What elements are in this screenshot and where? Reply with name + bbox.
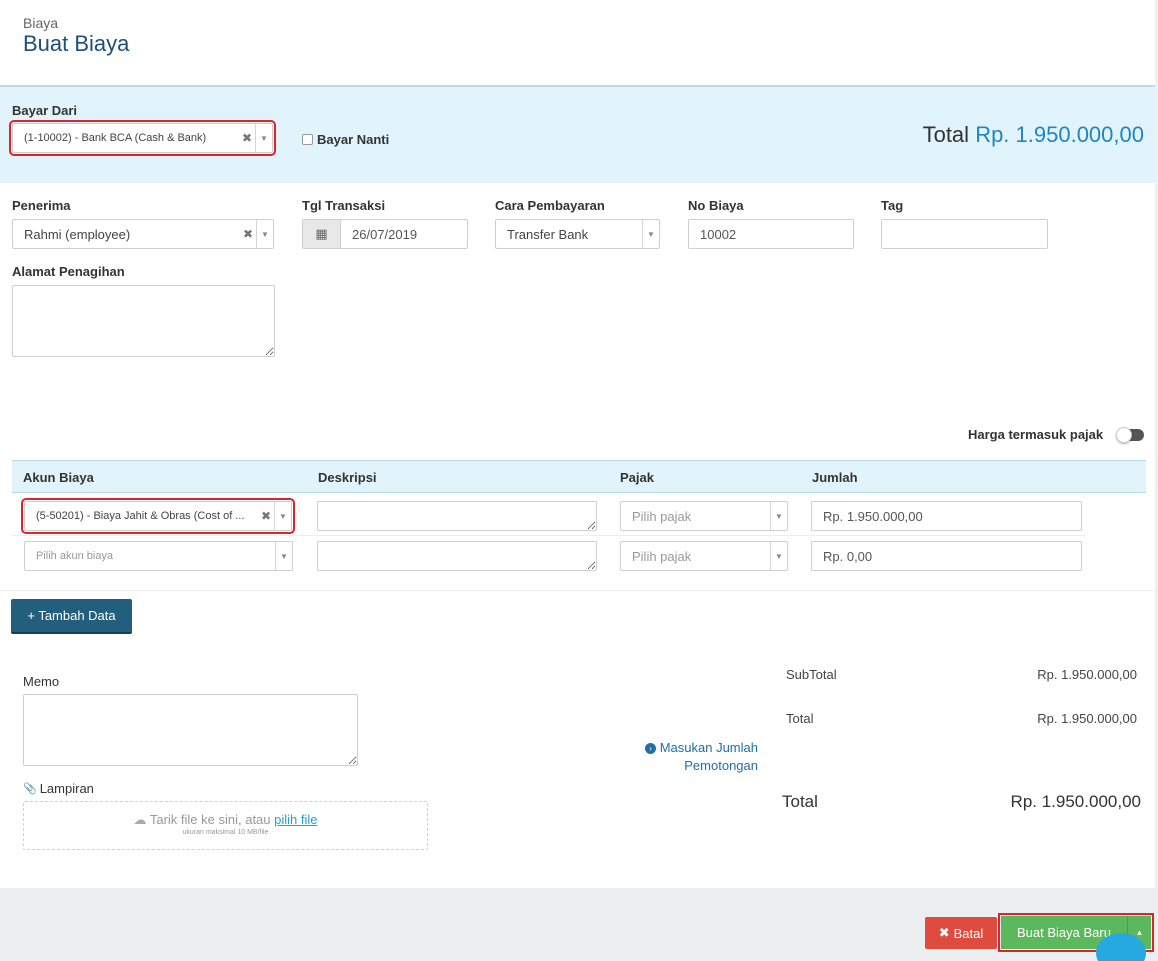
file-dropzone[interactable]: ☁ Tarik file ke sini, atau pilih file uk… bbox=[23, 801, 428, 850]
pick-file-link[interactable]: pilih file bbox=[274, 812, 317, 827]
date-label: Tgl Transaksi bbox=[302, 198, 386, 213]
row-2-tax-value: Pilih pajak bbox=[632, 548, 692, 564]
total-label: Total bbox=[786, 711, 814, 726]
pay-later-option[interactable]: Bayar Nanti bbox=[302, 132, 389, 147]
cancel-label: Batal bbox=[953, 925, 984, 941]
dropzone-text: Tarik file ke sini, atau bbox=[149, 812, 271, 827]
add-row-button[interactable]: + Tambah Data bbox=[11, 599, 132, 632]
chevron-down-icon[interactable]: ▼ bbox=[642, 220, 659, 248]
row-1-tax-value: Pilih pajak bbox=[632, 508, 692, 524]
recipient-select[interactable]: Rahmi (employee) ✖ ▼ bbox=[12, 219, 274, 249]
row-2-description-textarea[interactable] bbox=[317, 541, 597, 571]
total-value: Rp. 1.950.000,00 bbox=[1037, 711, 1137, 726]
attachment-heading: 📎 Lampiran bbox=[23, 781, 94, 796]
row-1-amount-input[interactable]: Rp. 1.950.000,00 bbox=[811, 501, 1082, 531]
column-header-tax: Pajak bbox=[620, 470, 654, 485]
clear-icon[interactable]: ✖ bbox=[258, 509, 274, 523]
page-title: Buat Biaya bbox=[23, 31, 130, 56]
deduction-link-line-1[interactable]: Masukan Jumlah bbox=[660, 740, 758, 755]
column-header-description: Deskripsi bbox=[318, 470, 377, 485]
paperclip-icon: 📎 bbox=[23, 783, 37, 795]
chevron-down-icon[interactable]: ▼ bbox=[274, 502, 291, 530]
subtotal-value: Rp. 1.950.000,00 bbox=[1037, 667, 1137, 682]
chevron-down-icon[interactable]: ▼ bbox=[770, 502, 787, 530]
clear-icon[interactable]: ✖ bbox=[239, 131, 255, 145]
memo-textarea[interactable] bbox=[23, 694, 358, 766]
chevron-down-icon[interactable]: ▼ bbox=[275, 542, 292, 570]
expense-number-input[interactable]: 10002 bbox=[688, 219, 854, 249]
recipient-value: Rahmi (employee) bbox=[24, 226, 131, 242]
cancel-button[interactable]: ✖ Batal bbox=[925, 917, 997, 949]
header-total: Total Rp. 1.950.000,00 bbox=[923, 122, 1144, 148]
file-size-limit: ukuran maksimal 10 MB/file bbox=[182, 829, 269, 836]
pay-from-value: (1-10002) - Bank BCA (Cash & Bank) bbox=[24, 132, 207, 144]
pay-from-select[interactable]: (1-10002) - Bank BCA (Cash & Bank) ✖ ▼ bbox=[9, 120, 276, 156]
row-2-tax-select[interactable]: Pilih pajak ▼ bbox=[620, 541, 788, 571]
chevron-down-icon[interactable]: ▼ bbox=[770, 542, 787, 570]
row-1-account-select[interactable]: (5-50201) - Biaya Jahit & Obras (Cost of… bbox=[21, 498, 295, 534]
header-total-amount: Rp. 1.950.000,00 bbox=[975, 122, 1144, 147]
chevron-down-icon[interactable]: ▼ bbox=[256, 220, 273, 248]
grand-total-label: Total bbox=[782, 792, 818, 811]
tag-label: Tag bbox=[881, 198, 904, 213]
column-header-account: Akun Biaya bbox=[23, 470, 94, 485]
deduction-link-line-2[interactable]: Pemotongan bbox=[684, 758, 758, 773]
payment-method-select[interactable]: Transfer Bank ▼ bbox=[495, 219, 660, 249]
payment-method-label: Cara Pembayaran bbox=[495, 198, 605, 213]
row-1-account-value: (5-50201) - Biaya Jahit & Obras (Cost of… bbox=[36, 510, 245, 522]
chevron-down-icon[interactable]: ▼ bbox=[255, 124, 272, 152]
row-2-account-value: Pilih akun biaya bbox=[36, 550, 114, 562]
cloud-upload-icon: ☁ bbox=[133, 812, 147, 827]
row-1-tax-select[interactable]: Pilih pajak ▼ bbox=[620, 501, 788, 531]
attachment-label: Lampiran bbox=[39, 781, 94, 796]
recipient-label: Penerima bbox=[12, 198, 71, 213]
row-divider bbox=[12, 535, 1086, 536]
date-input[interactable]: 26/07/2019 bbox=[340, 219, 468, 249]
tax-inclusive-toggle[interactable] bbox=[1116, 427, 1144, 443]
tag-input[interactable] bbox=[881, 219, 1048, 249]
pay-later-checkbox[interactable] bbox=[302, 134, 313, 145]
table-bottom-divider bbox=[0, 590, 1158, 591]
expense-number-label: No Biaya bbox=[688, 198, 744, 213]
billing-address-textarea[interactable] bbox=[12, 285, 275, 357]
pay-later-label: Bayar Nanti bbox=[317, 132, 390, 147]
row-2-account-select[interactable]: Pilih akun biaya ▼ bbox=[24, 541, 293, 571]
add-deduction-link[interactable]: › Masukan Jumlah Pemotongan bbox=[638, 739, 758, 775]
calendar-icon[interactable]: ▦ bbox=[302, 219, 340, 249]
clear-icon[interactable]: ✖ bbox=[240, 227, 256, 241]
row-2-amount-input[interactable]: Rp. 0,00 bbox=[811, 541, 1082, 571]
dropzone-text-line: ☁ Tarik file ke sini, atau pilih file bbox=[24, 812, 427, 828]
chevron-right-circle-icon: › bbox=[645, 743, 657, 755]
subtotal-label: SubTotal bbox=[786, 667, 837, 682]
grand-total-value: Rp. 1.950.000,00 bbox=[1010, 792, 1141, 811]
payment-method-value: Transfer Bank bbox=[507, 226, 589, 242]
column-header-amount: Jumlah bbox=[812, 470, 858, 485]
table-header bbox=[12, 460, 1146, 493]
tax-inclusive-label: Harga termasuk pajak bbox=[968, 427, 1104, 442]
pay-from-label: Bayar Dari bbox=[12, 103, 78, 118]
toggle-knob bbox=[1116, 427, 1132, 443]
memo-label: Memo bbox=[23, 674, 60, 689]
close-icon: ✖ bbox=[938, 925, 950, 940]
date-picker[interactable]: ▦ 26/07/2019 bbox=[302, 219, 468, 249]
breadcrumb[interactable]: Biaya bbox=[23, 15, 58, 31]
row-1-description-textarea[interactable] bbox=[317, 501, 597, 531]
header-total-label: Total bbox=[922, 122, 970, 147]
billing-address-label: Alamat Penagihan bbox=[12, 264, 125, 279]
